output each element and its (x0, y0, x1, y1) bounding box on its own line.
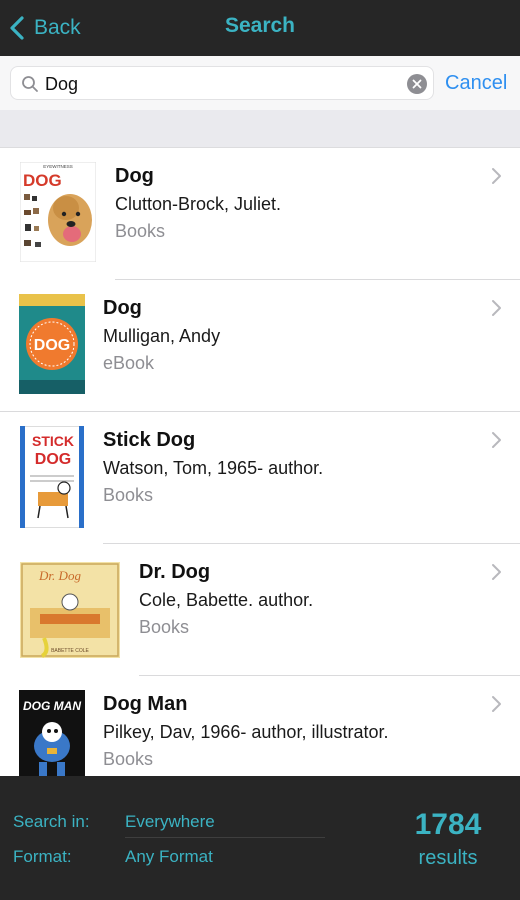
result-format: Books (103, 485, 154, 505)
list-item[interactable]: DOG MAN Dog Man Pilkey, Dav, 1966- autho… (0, 676, 520, 776)
chevron-right-icon (492, 432, 501, 448)
list-item[interactable]: EYEWITNESS DOG Dog Clutton-Brock, Juliet… (0, 148, 520, 280)
result-title: Dr. Dog (139, 561, 211, 583)
chevron-right-icon (492, 300, 501, 316)
list-item[interactable]: STICK DOG Stick Dog Watson, Tom, 1965- a… (0, 412, 520, 544)
cover-title-text: DOG MAN (23, 699, 81, 713)
result-format: eBook (103, 353, 155, 373)
result-info: Dog Clutton-Brock, Juliet. Books (115, 162, 281, 244)
book-cover: DOG MAN (19, 690, 85, 776)
list-item[interactable]: Dr. Dog BABETTE COLE Dr. Dog Cole, Babet… (0, 544, 520, 676)
result-info: Dog Man Pilkey, Dav, 1966- author, illus… (103, 690, 388, 772)
page-title: Search (224, 14, 296, 37)
result-title: Dog (103, 297, 142, 319)
cover-title-text: DOG (34, 337, 70, 354)
result-author: Cole, Babette. author. (139, 590, 314, 610)
chevron-right-icon (492, 168, 501, 184)
cover-small-text: EYEWITNESS (43, 164, 73, 169)
cover-title-text: Dr. Dog (38, 568, 81, 583)
format-label: Format: (13, 847, 72, 866)
result-author: Mulligan, Andy (103, 326, 221, 346)
chevron-right-icon (492, 564, 501, 580)
result-title: Dog (115, 165, 154, 187)
results-count-label: results (418, 847, 478, 869)
close-icon (412, 79, 422, 89)
book-cover: Dr. Dog BABETTE COLE (20, 562, 120, 658)
filter-bar: Search in: Everywhere Format: Any Format… (0, 776, 520, 900)
book-cover: DOG (19, 294, 85, 394)
chevron-right-icon (492, 696, 501, 712)
search-bar: Cancel (0, 56, 520, 110)
cover-subtitle-text: DOG (35, 451, 71, 468)
cancel-button[interactable]: Cancel (445, 72, 507, 95)
filter-divider (125, 837, 325, 838)
cover-title-text: STICK (32, 433, 74, 449)
result-author: Pilkey, Dav, 1966- author, illustrator. (103, 722, 389, 742)
result-format: Books (103, 749, 154, 769)
result-info: Dr. Dog Cole, Babette. author. Books (139, 558, 313, 640)
search-in-selector[interactable]: Everywhere (125, 812, 215, 832)
nav-bar: Back Search (0, 0, 520, 56)
search-input[interactable] (45, 71, 395, 97)
search-in-label: Search in: (13, 812, 90, 831)
list-item[interactable]: DOG Dog Mulligan, Andy eBook (0, 280, 520, 412)
result-format: Books (115, 221, 166, 241)
results-list[interactable]: EYEWITNESS DOG Dog Clutton-Brock, Juliet… (0, 148, 520, 776)
section-spacer (0, 110, 520, 148)
result-author: Clutton-Brock, Juliet. (115, 194, 282, 214)
result-title: Stick Dog (103, 429, 196, 451)
book-cover: EYEWITNESS DOG (20, 162, 96, 262)
result-info: Stick Dog Watson, Tom, 1965- author. Boo… (103, 426, 323, 508)
search-icon (22, 76, 38, 92)
book-cover: STICK DOG (20, 426, 84, 528)
cover-small-text: BABETTE COLE (51, 648, 89, 654)
clear-search-button[interactable] (407, 74, 427, 94)
search-field[interactable] (10, 66, 434, 100)
result-format: Books (139, 617, 190, 637)
results-count: 1784 (414, 808, 482, 841)
format-selector[interactable]: Any Format (125, 847, 213, 867)
result-title: Dog Man (103, 693, 188, 715)
result-info: Dog Mulligan, Andy eBook (103, 294, 220, 376)
cover-title-text: DOG (23, 171, 62, 190)
result-author: Watson, Tom, 1965- author. (103, 458, 324, 478)
